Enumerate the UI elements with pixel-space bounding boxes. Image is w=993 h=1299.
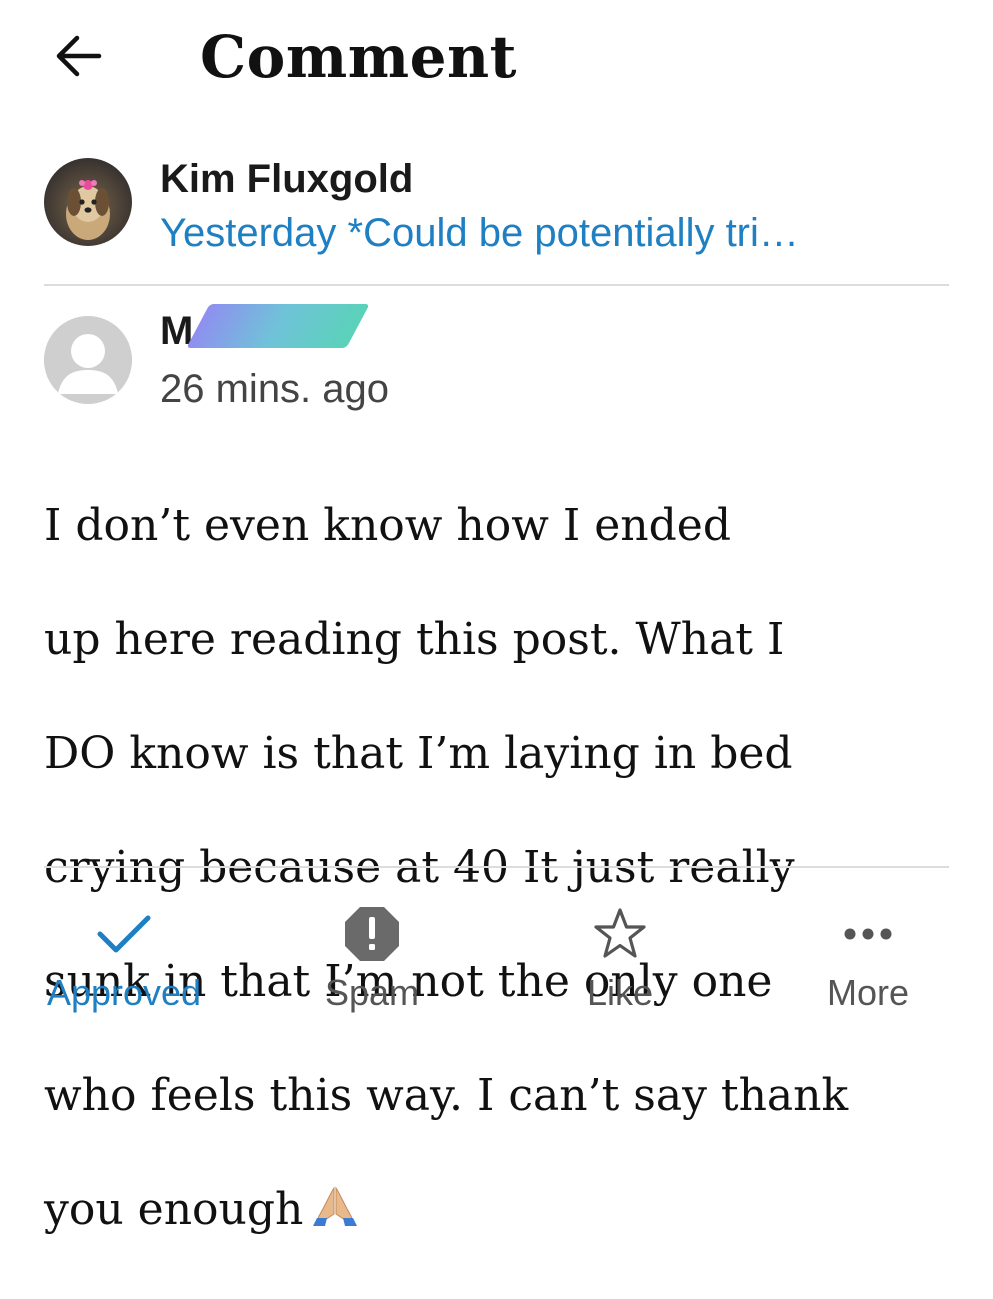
folded-hands-icon <box>311 1184 359 1242</box>
spam-button[interactable]: Spam <box>272 896 472 1016</box>
post-author-avatar <box>44 158 132 246</box>
redaction-mark <box>186 304 370 348</box>
like-button[interactable]: Like <box>520 896 720 1016</box>
more-label: More <box>826 972 910 1013</box>
back-button[interactable] <box>50 28 106 84</box>
page-title: Comment <box>200 23 517 91</box>
comment-line: DO know is that I’m laying in bed <box>44 728 793 779</box>
post-meta-link[interactable]: Yesterday *Could be potentially tri… <box>160 208 799 258</box>
comment-author-name: M <box>160 309 194 353</box>
comment-line: up here reading this post. What I <box>44 614 785 665</box>
comment-line: I don’t even know how I ended <box>44 500 732 551</box>
divider <box>44 284 949 286</box>
like-label: Like <box>586 972 654 1013</box>
post-reference[interactable]: Kim Fluxgold Yesterday *Could be potenti… <box>0 150 993 260</box>
star-outline-icon <box>590 904 650 964</box>
checkmark-icon <box>94 904 154 964</box>
divider <box>44 866 949 868</box>
comment-timestamp: 26 mins. ago <box>160 367 390 411</box>
comment-action-bar: Approved Spam Like More <box>0 880 993 1024</box>
more-button[interactable]: More <box>768 896 968 1016</box>
dog-photo-icon <box>66 180 110 240</box>
approve-label: Approved <box>46 972 202 1013</box>
arrow-left-icon <box>56 35 102 77</box>
comment-header: M 26 mins. ago <box>0 300 993 411</box>
spam-label: Spam <box>324 972 420 1013</box>
comment-line: who feels this way. I can’t say thank <box>44 1070 849 1121</box>
approve-button[interactable]: Approved <box>24 896 224 1016</box>
comment-line: you enough <box>44 1184 304 1235</box>
app-header: Comment <box>0 0 993 116</box>
spam-octagon-icon <box>342 904 402 964</box>
more-dots-icon <box>838 904 898 964</box>
comment-body: I don’t even know how I ended up here re… <box>44 440 944 1299</box>
default-avatar-icon <box>44 316 132 404</box>
post-author-name: Kim Fluxgold <box>160 157 414 201</box>
comment-last-line: you enough <box>44 1181 944 1242</box>
